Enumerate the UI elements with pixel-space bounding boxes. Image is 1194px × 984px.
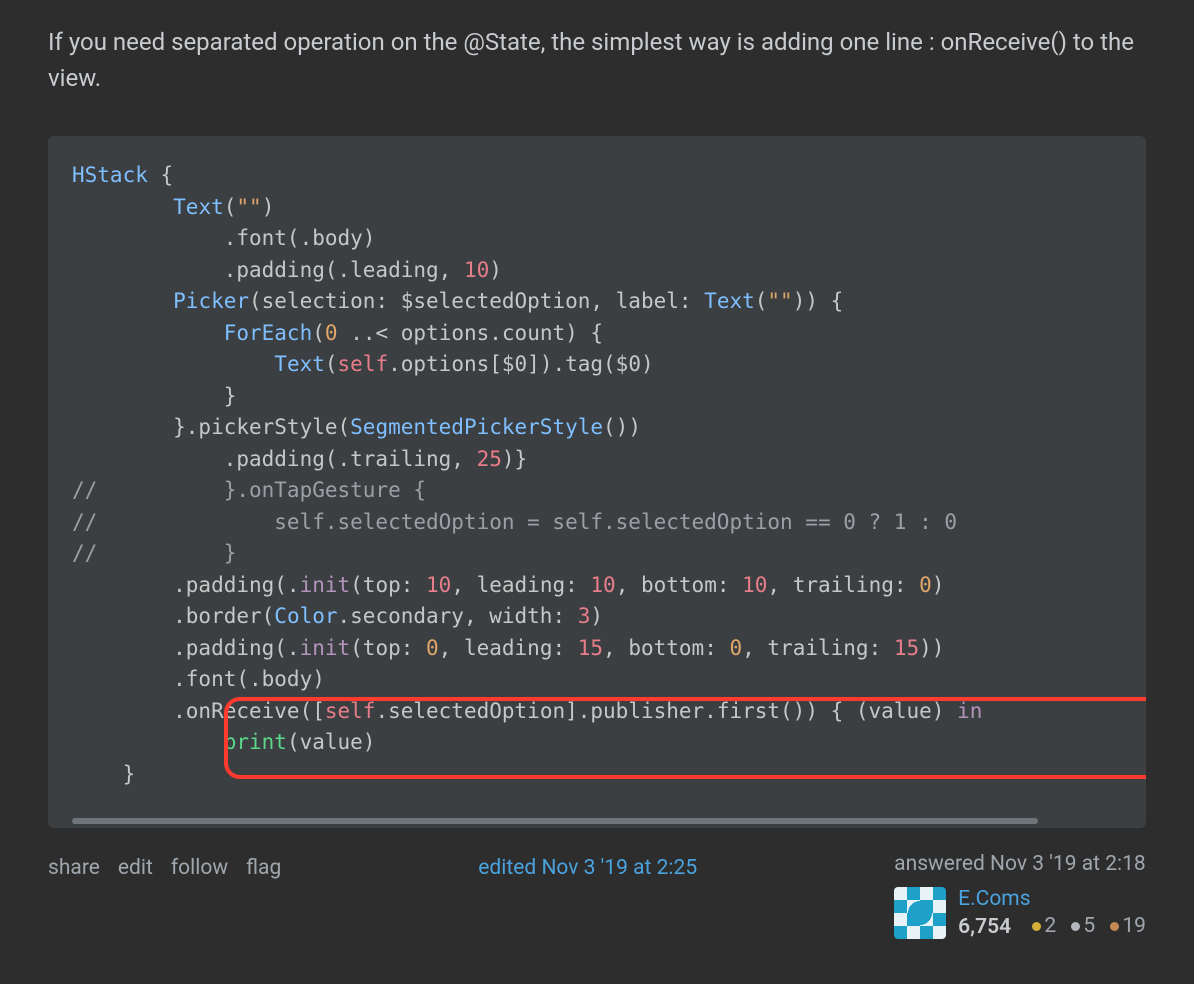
flag-link[interactable]: flag [246, 852, 281, 886]
answer-container: If you need separated operation on the @… [0, 0, 1194, 981]
user-stats: 6,754 2 5 19 [958, 913, 1146, 941]
answered-timestamp: answered Nov 3 '19 at 2:18 [894, 852, 1146, 876]
answered-block: answered Nov 3 '19 at 2:18 E.Coms 6,754 … [894, 852, 1146, 941]
user-reputation: 6,754 [958, 915, 1011, 939]
gold-badge-count: 2 [1044, 914, 1056, 938]
answer-meta-row: share edit follow flag edited Nov 3 '19 … [48, 852, 1146, 941]
avatar[interactable] [894, 887, 946, 939]
edited-timestamp[interactable]: edited Nov 3 '19 at 2:25 [478, 856, 697, 880]
code-block: HStack { Text("") .font(.body) .padding(… [48, 136, 1146, 828]
edit-link[interactable]: edit [118, 852, 153, 886]
user-details: E.Coms 6,754 2 5 19 [958, 886, 1146, 941]
bronze-badge-count: 19 [1122, 914, 1146, 938]
code-content: HStack { Text("") .font(.body) .padding(… [72, 160, 1122, 814]
share-link[interactable]: share [48, 852, 100, 886]
gold-badge-icon [1032, 922, 1041, 931]
answer-actions: share edit follow flag [48, 852, 281, 886]
user-name-link[interactable]: E.Coms [958, 886, 1146, 913]
answer-body-text: If you need separated operation on the @… [48, 24, 1146, 96]
bronze-badge-icon [1110, 922, 1119, 931]
horizontal-scrollbar[interactable] [72, 814, 1122, 828]
user-card: E.Coms 6,754 2 5 19 [894, 886, 1146, 941]
silver-badge-count: 5 [1083, 914, 1095, 938]
follow-link[interactable]: follow [171, 852, 228, 886]
silver-badge-icon [1071, 922, 1080, 931]
horizontal-scroll-thumb[interactable] [72, 818, 1038, 824]
